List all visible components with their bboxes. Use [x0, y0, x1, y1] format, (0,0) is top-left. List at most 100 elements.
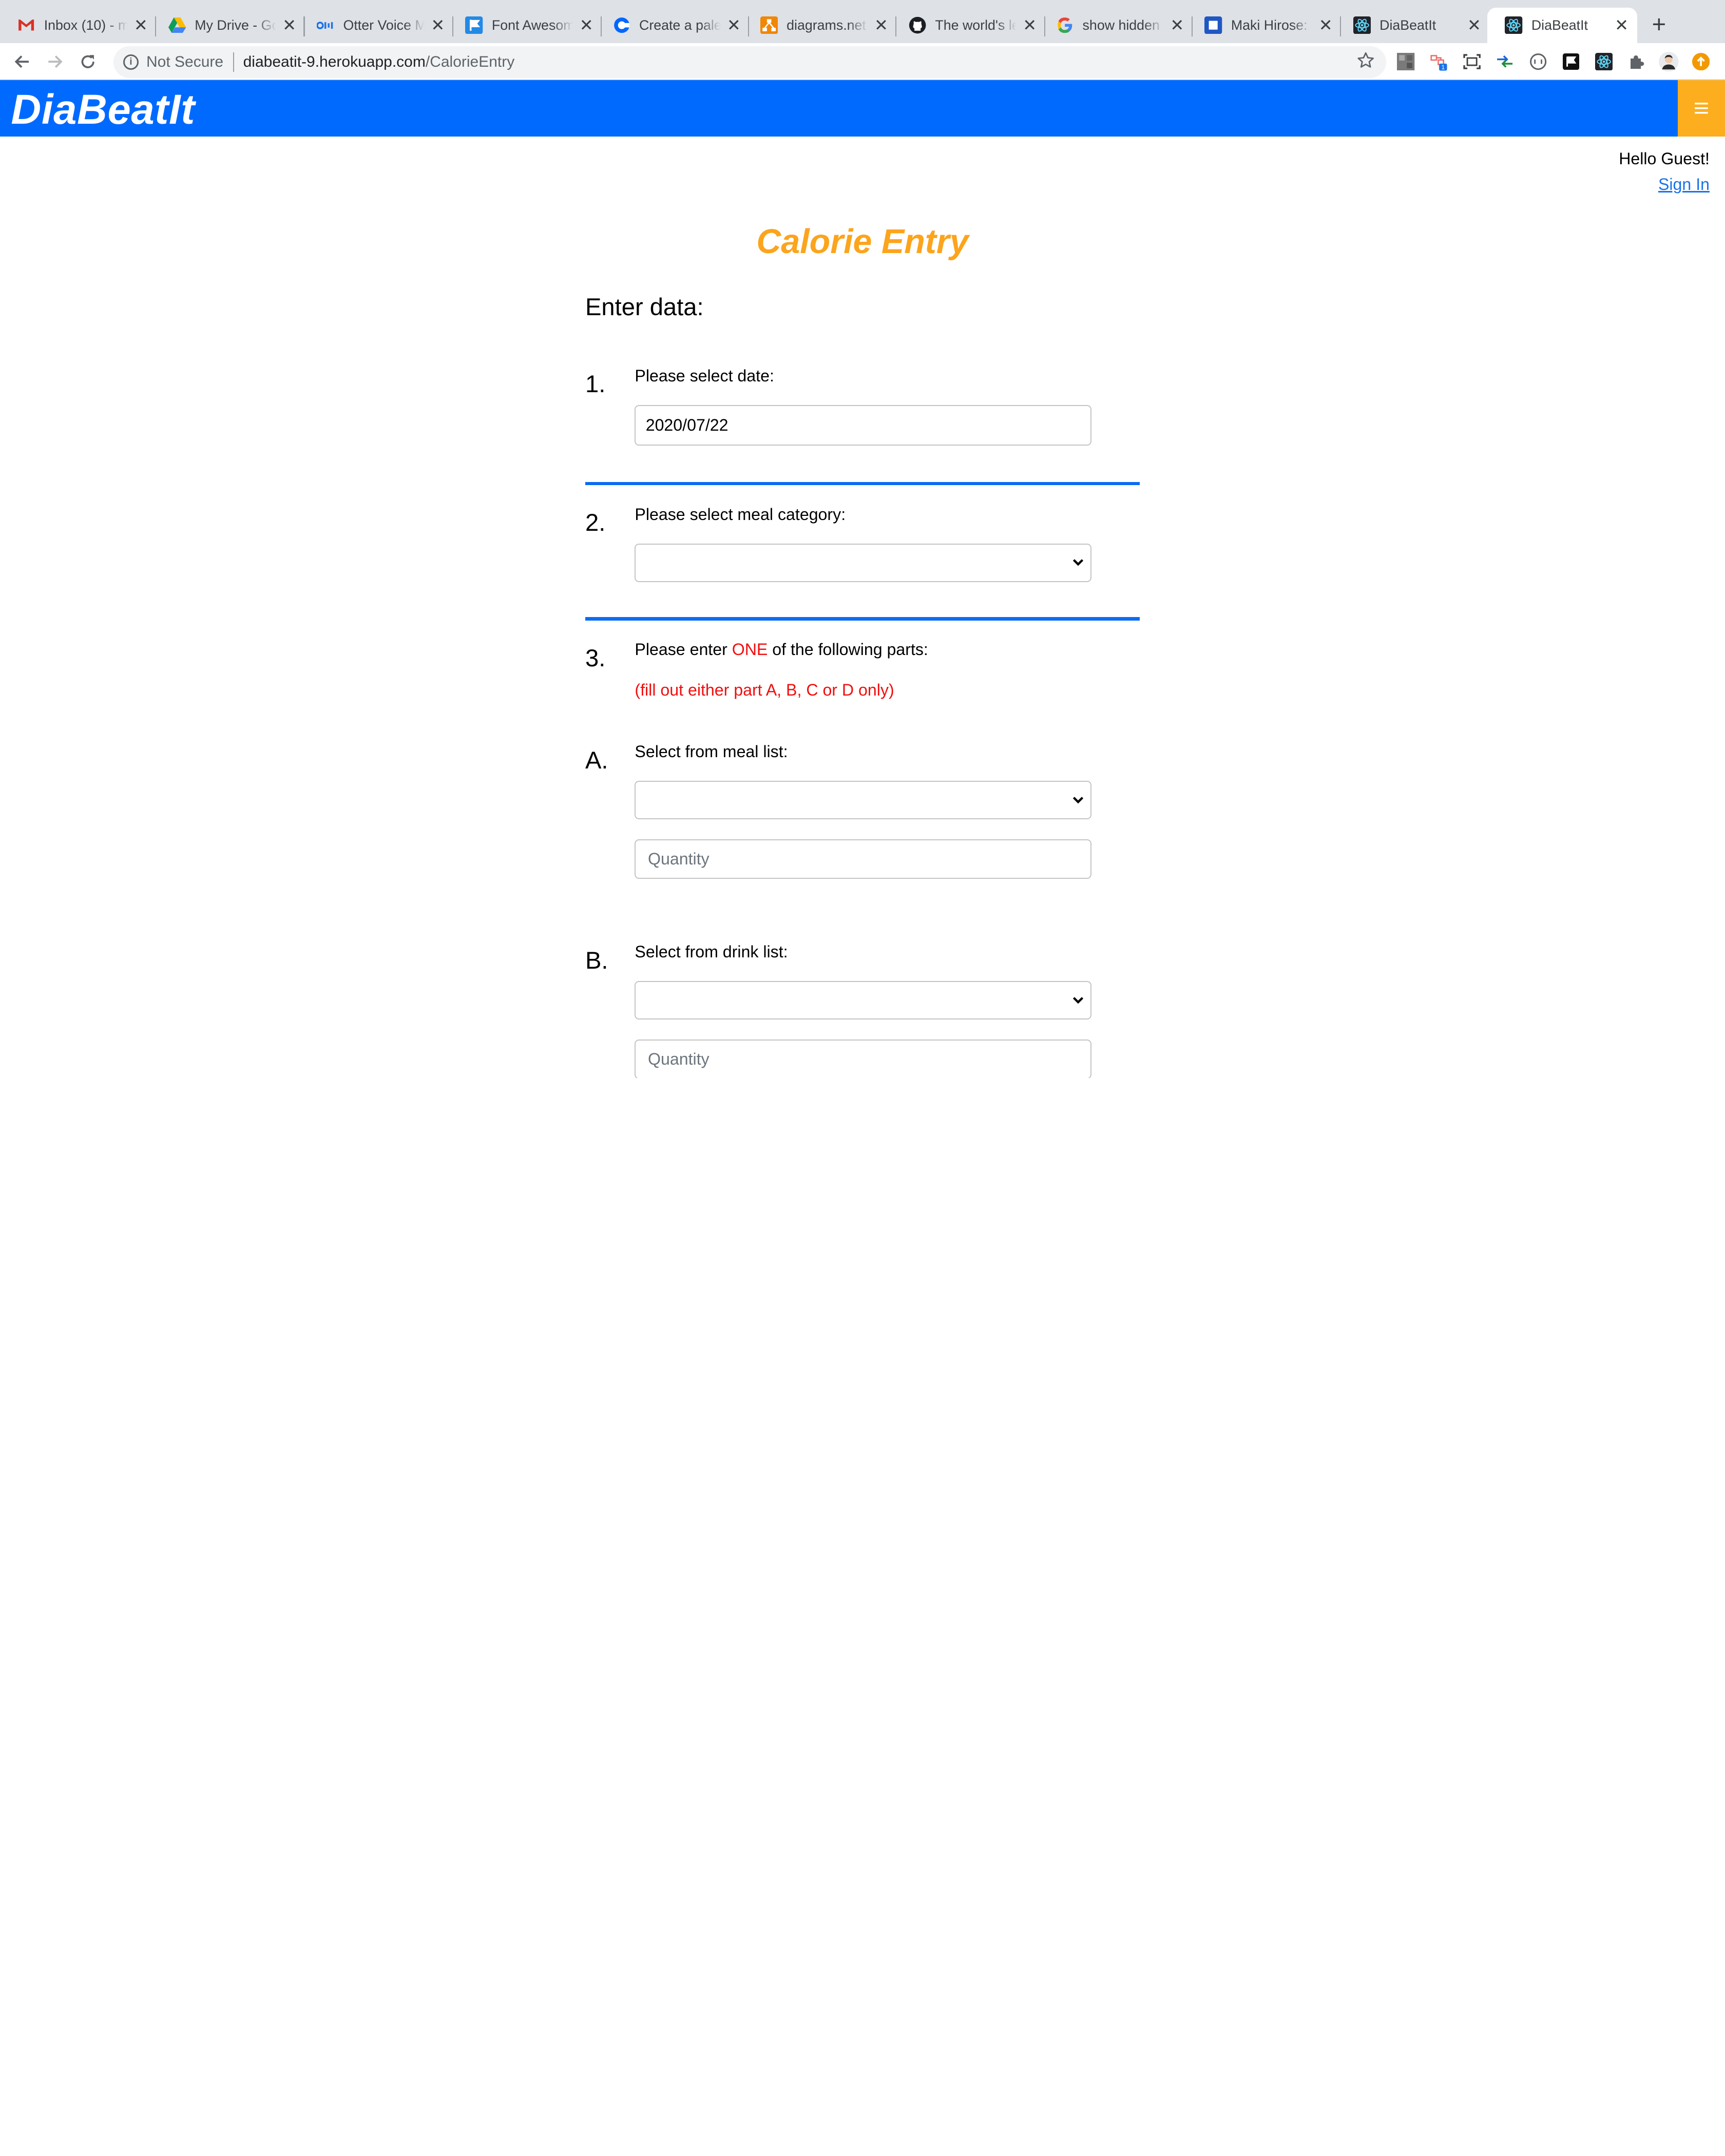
meal-category-label: Please select meal category:: [635, 505, 846, 524]
tab-close-icon[interactable]: ✕: [872, 16, 890, 34]
meal-category-select[interactable]: [635, 543, 1091, 582]
google-drive-icon: [168, 16, 186, 34]
menu-toggle-button[interactable]: [1677, 80, 1725, 137]
browser-tab-trello[interactable]: Maki Hirose: L ✕: [1187, 8, 1341, 43]
form-intro: Enter data:: [585, 293, 704, 320]
app-logo[interactable]: DiaBeatIt: [11, 86, 195, 134]
hamburger-menu-icon: [1695, 103, 1708, 114]
meal-quantity-input[interactable]: Quantity: [635, 839, 1091, 879]
extension-arrows-icon[interactable]: [1496, 53, 1513, 70]
react-icon: [1353, 16, 1371, 34]
extension-badge: 1: [1441, 64, 1445, 71]
forward-arrow-icon: [48, 55, 63, 68]
otter-icon: [317, 16, 334, 34]
drink-list-label: Select from drink list:: [635, 942, 788, 961]
extension-mosaic-icon[interactable]: [1397, 52, 1415, 71]
part-letter: B.: [585, 946, 608, 974]
url-path: /CalorieEntry: [425, 53, 515, 71]
extension-flag-icon[interactable]: [1562, 53, 1580, 70]
date-label: Please select date:: [635, 366, 774, 385]
parts-instruction: Please enter ONE of the following parts:: [635, 640, 928, 659]
font-awesome-flag-icon: [465, 16, 483, 34]
security-status: Not Secure: [146, 53, 224, 71]
bookmark-star-icon[interactable]: [1356, 51, 1375, 69]
address-divider: [233, 52, 235, 72]
tab-label: Otter Voice Me: [343, 17, 425, 33]
tab-close-icon[interactable]: ✕: [725, 16, 742, 34]
back-arrow-icon: [14, 55, 29, 68]
tab-label: Font Awesome: [491, 17, 573, 33]
back-button[interactable]: [9, 48, 35, 74]
screenshot-extension-icon[interactable]: [1463, 53, 1481, 70]
step-number: 2.: [585, 508, 606, 536]
tab-close-icon[interactable]: ✕: [1465, 16, 1483, 34]
browser-tab-diabeatit-active[interactable]: DiaBeatIt ✕: [1487, 8, 1637, 43]
profile-avatar[interactable]: [1659, 51, 1679, 72]
tab-label: diagrams.net: [787, 17, 866, 33]
drink-list-select[interactable]: [635, 981, 1091, 1020]
address-bar[interactable]: i Not Secure diabeatit-9.herokuapp.com/C…: [113, 46, 1386, 79]
chevron-down-icon: [1073, 796, 1084, 804]
tab-close-icon[interactable]: ✕: [1613, 16, 1630, 34]
chevron-down-icon: [1073, 559, 1084, 566]
sign-in-link[interactable]: Sign In: [1658, 175, 1710, 194]
tab-label: show hidden f: [1082, 17, 1164, 33]
reload-icon: [81, 55, 94, 68]
browser-tab-strip: Inbox (10) - m ✕ My Drive - Go ✕ Otter V…: [0, 0, 1725, 43]
tab-close-icon[interactable]: ✕: [280, 16, 298, 34]
tab-label: Create a palet: [639, 17, 721, 33]
tab-label: My Drive - Go: [195, 17, 276, 33]
meal-list-label: Select from meal list:: [635, 742, 788, 761]
drink-quantity-input[interactable]: Quantity: [635, 1039, 1091, 1078]
instruction-text: Please enter: [635, 640, 732, 659]
chevron-down-icon: [1073, 996, 1084, 1004]
browser-toolbar: i Not Secure diabeatit-9.herokuapp.com/C…: [0, 43, 1725, 81]
browser-tab-font-awesome[interactable]: Font Awesome ✕: [448, 8, 602, 43]
instruction-highlight: ONE: [732, 640, 768, 659]
browser-tab-otter[interactable]: Otter Voice Me ✕: [299, 8, 453, 43]
instruction-text: of the following parts:: [768, 640, 928, 659]
page-title: Calorie Entry: [756, 222, 969, 261]
tab-close-icon[interactable]: ✕: [1317, 16, 1334, 34]
diagrams-net-icon: [760, 16, 778, 34]
extensions-puzzle-icon[interactable]: [1628, 53, 1645, 70]
browser-tab-diabeatit[interactable]: DiaBeatIt ✕: [1335, 8, 1489, 43]
tab-label: Maki Hirose: L: [1231, 17, 1313, 33]
google-icon: [1056, 16, 1074, 34]
parts-note: (fill out either part A, B, C or D only): [635, 681, 894, 700]
extension-circle-icon[interactable]: [1529, 53, 1547, 70]
react-icon: [1505, 16, 1523, 34]
tab-close-icon[interactable]: ✕: [429, 16, 447, 34]
step-number: 1.: [585, 370, 606, 397]
date-input[interactable]: 2020/07/22: [635, 405, 1091, 446]
meal-list-select[interactable]: [635, 781, 1091, 820]
part-letter: A.: [585, 746, 608, 774]
tab-close-icon[interactable]: ✕: [132, 16, 149, 34]
react-devtools-icon[interactable]: [1595, 52, 1613, 71]
section-divider: [585, 617, 1140, 621]
browser-tab-github[interactable]: The world's le ✕: [891, 8, 1045, 43]
coolors-icon: [613, 16, 630, 34]
tab-label: DiaBeatIt: [1379, 17, 1436, 33]
tab-close-icon[interactable]: ✕: [1021, 16, 1039, 34]
app-header: DiaBeatIt: [0, 80, 1725, 137]
page: Inbox (10) - m ✕ My Drive - Go ✕ Otter V…: [0, 0, 1725, 1078]
browser-tab-coolors[interactable]: Create a palet ✕: [595, 8, 750, 43]
browser-tab-gmail[interactable]: Inbox (10) - m ✕: [0, 8, 157, 43]
tab-close-icon[interactable]: ✕: [1168, 16, 1186, 34]
url-host: diabeatit-9.herokuapp.com: [243, 53, 426, 71]
section-divider: [585, 482, 1140, 485]
reload-button[interactable]: [75, 48, 101, 74]
info-icon[interactable]: i: [123, 54, 139, 70]
tab-close-icon[interactable]: ✕: [578, 16, 595, 34]
new-tab-button[interactable]: +: [1646, 11, 1672, 37]
browser-tab-diagrams[interactable]: diagrams.net ✕: [742, 8, 897, 43]
browser-tab-google-search[interactable]: show hidden f ✕: [1039, 8, 1193, 43]
update-chrome-icon[interactable]: [1692, 52, 1710, 71]
extension-workflow-icon[interactable]: 1: [1430, 53, 1448, 71]
tab-label: Inbox (10) - m: [44, 17, 128, 33]
browser-tab-drive[interactable]: My Drive - Go ✕: [151, 8, 305, 43]
forward-button[interactable]: [42, 48, 68, 74]
gmail-icon: [17, 16, 35, 34]
tab-label: DiaBeatIt: [1531, 17, 1588, 33]
